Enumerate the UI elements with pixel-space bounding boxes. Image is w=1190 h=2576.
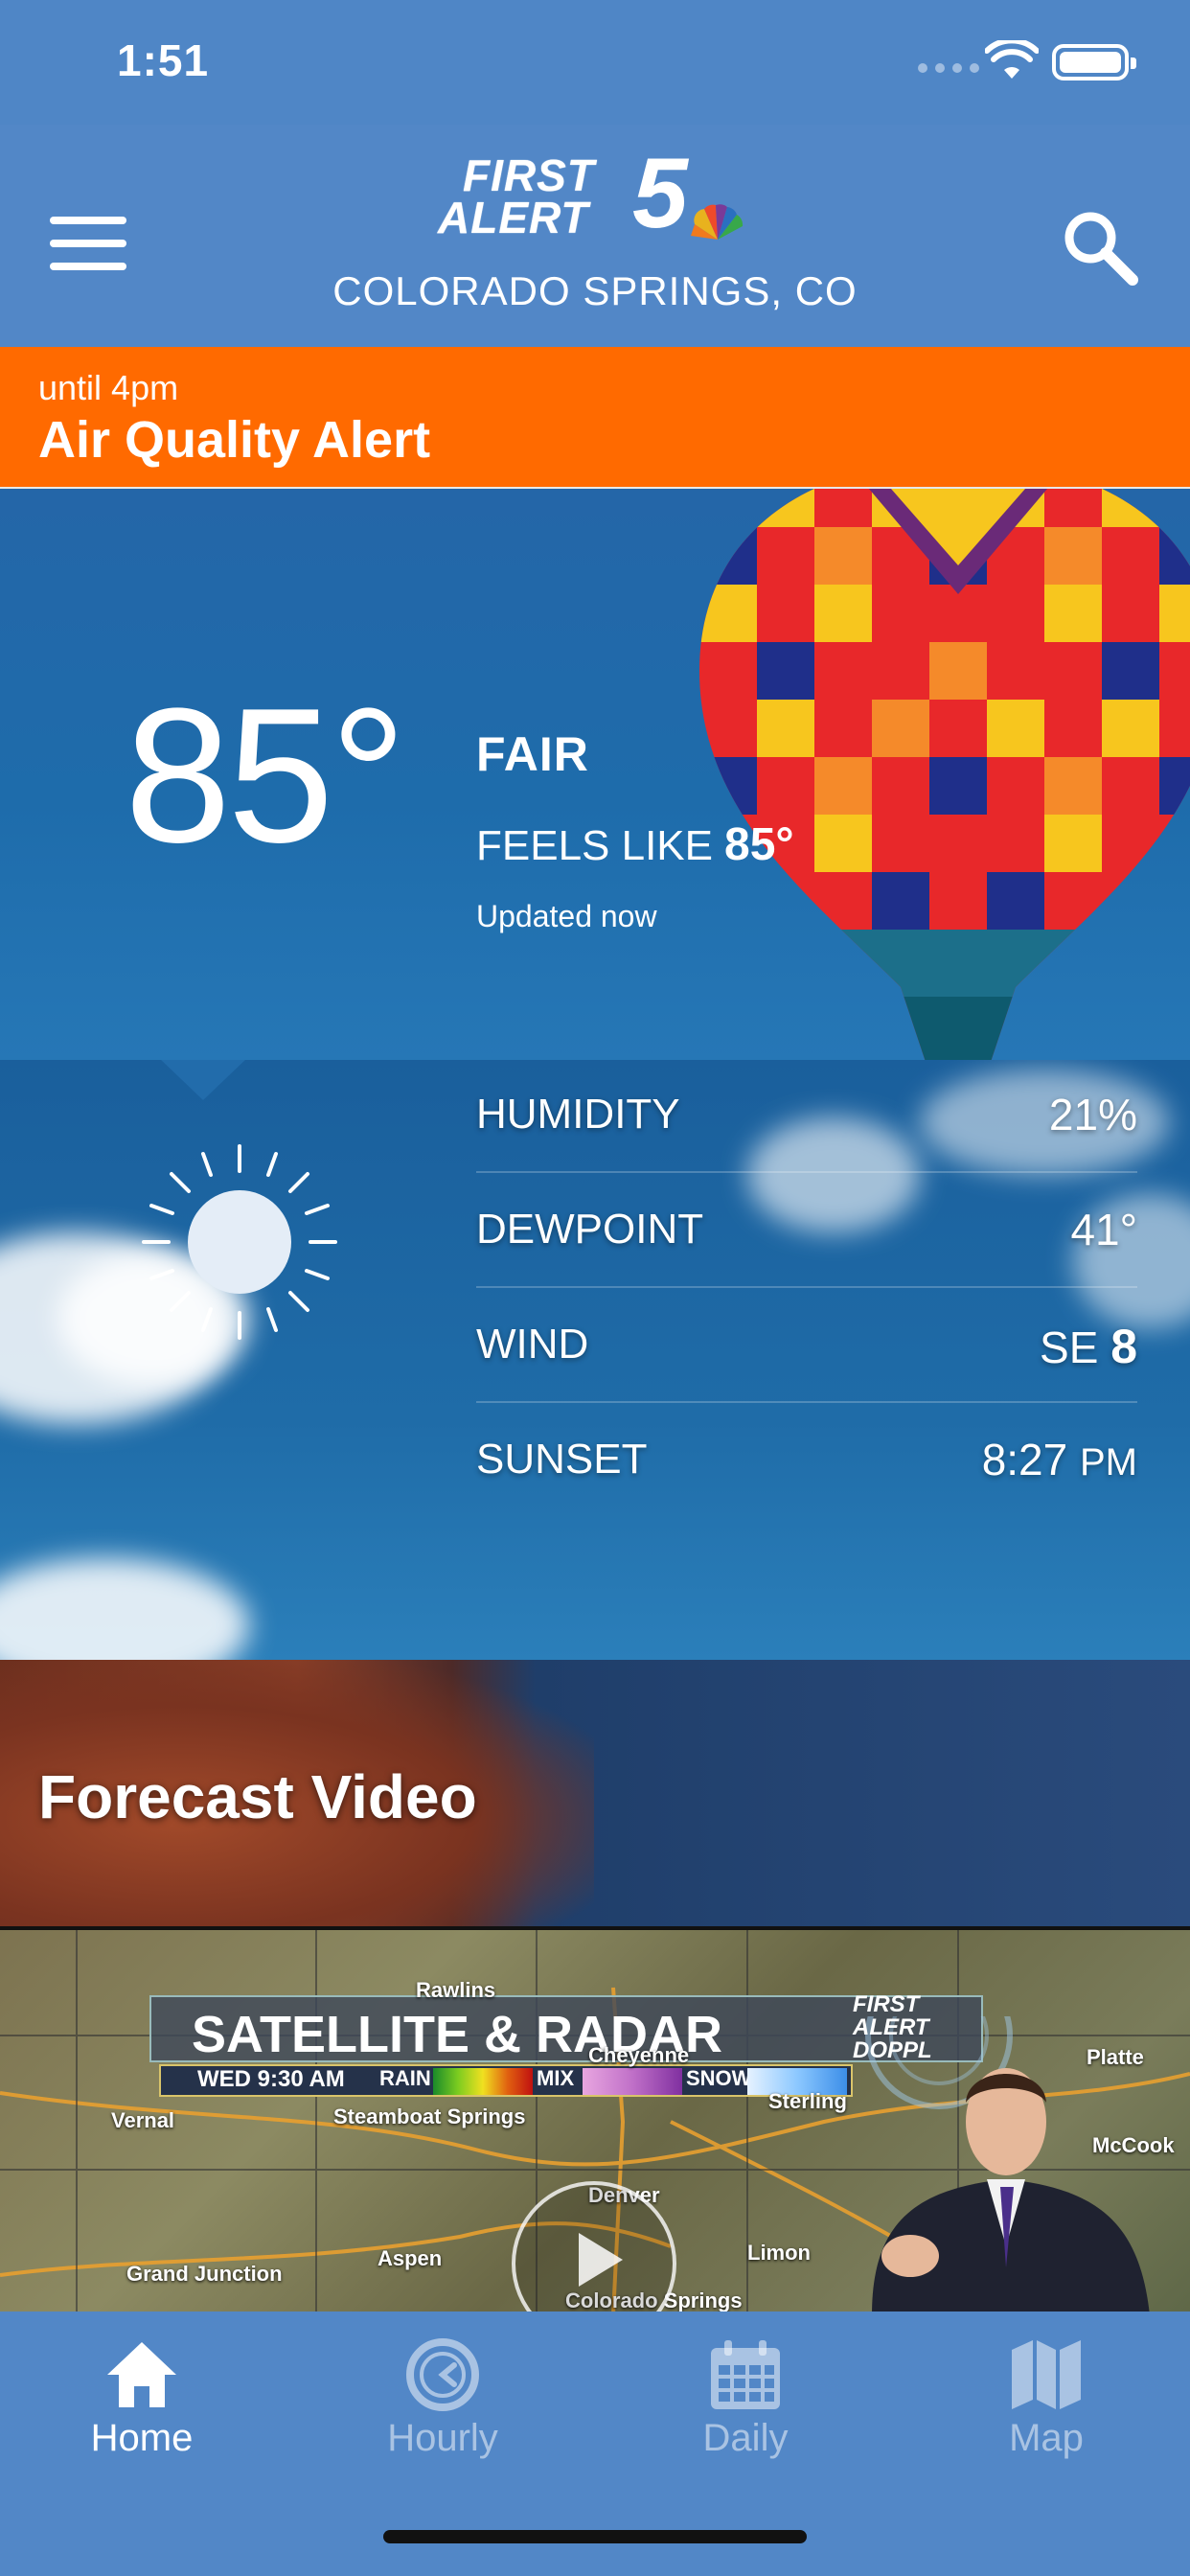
updated-time: Updated now xyxy=(476,899,657,933)
status-bar: 1:51 xyxy=(0,0,1190,125)
radar-date: WED 9:30 AM xyxy=(197,2066,345,2092)
wifi-icon xyxy=(985,40,1039,79)
tab-label: Home xyxy=(90,2417,194,2459)
calendar-icon xyxy=(711,2340,780,2409)
sun-icon xyxy=(142,1144,337,1340)
detail-row-sunset: SUNSET 8:27 PM xyxy=(476,1405,1137,1518)
town-label: Steamboat Springs xyxy=(333,2104,526,2128)
logo-line1: FIRST xyxy=(463,150,595,200)
tab-home[interactable]: Home xyxy=(36,2329,247,2472)
detail-row-wind: WIND SE 8 xyxy=(476,1290,1137,1403)
home-indicator[interactable] xyxy=(383,2530,807,2543)
detail-row-humidity: HUMIDITY 21% xyxy=(476,1060,1137,1173)
legend-mix: MIX xyxy=(537,2066,575,2090)
town-label: Cheyenne xyxy=(588,2043,690,2067)
home-icon xyxy=(107,2342,176,2407)
sunset-time: 8:27 xyxy=(981,1435,1068,1484)
detail-label: SUNSET xyxy=(476,1436,648,1483)
logo-line2: ALERT xyxy=(438,193,589,242)
logo-number: 5 xyxy=(632,138,688,249)
detail-label: DEWPOINT xyxy=(476,1206,704,1253)
town-label: Aspen xyxy=(378,2246,443,2270)
town-label: Grand Junction xyxy=(126,2262,283,2286)
clock-icon xyxy=(406,2338,479,2411)
satellite-radar-video[interactable]: SATELLITE & RADAR WED 9:30 AM RAIN MIX S… xyxy=(0,1926,1190,2312)
detail-row-dewpoint: DEWPOINT 41° xyxy=(476,1175,1137,1288)
map-icon xyxy=(1012,2340,1081,2409)
feels-like-value: 85° xyxy=(724,819,794,870)
panel-notch xyxy=(159,1060,247,1100)
legend-mix-bar xyxy=(583,2068,682,2095)
first-alert-doppler-logo: FIRST ALERT DOPPL xyxy=(853,1991,932,2063)
feels-like-label: FEELS LIKE xyxy=(476,822,714,869)
battery-icon xyxy=(1052,44,1136,80)
peacock-icon xyxy=(691,204,744,240)
weather-details-panel: HUMIDITY 21% DEWPOINT 41° WIND SE 8 SUNS… xyxy=(0,1060,1190,1660)
tab-hourly[interactable]: Hourly xyxy=(337,2329,548,2472)
current-temperature: 85° xyxy=(125,669,406,883)
town-label: Limon xyxy=(747,2241,811,2265)
tab-map[interactable]: Map xyxy=(941,2329,1152,2472)
current-conditions-panel: 85° FAIR FEELS LIKE 85° Updated now xyxy=(0,489,1190,1060)
legend-snow: SNOW xyxy=(686,2066,752,2090)
town-label: Sterling xyxy=(768,2089,847,2113)
location-label[interactable]: COLORADO SPRINGS, CO xyxy=(0,268,1190,314)
detail-label: HUMIDITY xyxy=(476,1091,680,1138)
detail-value: 41° xyxy=(1070,1205,1137,1254)
tab-label: Map xyxy=(1009,2417,1084,2459)
signal-icon xyxy=(918,63,979,73)
sunset-ampm: PM xyxy=(1080,1441,1137,1484)
town-label: Vernal xyxy=(111,2108,175,2132)
search-icon[interactable] xyxy=(1060,207,1140,288)
feels-like: FEELS LIKE 85° xyxy=(476,818,794,871)
hot-air-balloon-image xyxy=(699,489,1190,1060)
tab-daily[interactable]: Daily xyxy=(640,2329,851,2472)
current-condition: FAIR xyxy=(476,727,589,781)
detail-value: SE 8 xyxy=(1040,1319,1137,1374)
forecast-video-card[interactable]: Forecast Video xyxy=(0,1660,1190,1926)
alert-title: Air Quality Alert xyxy=(38,411,431,469)
detail-value: 8:27 PM xyxy=(982,1434,1137,1485)
forecast-video-title: Forecast Video xyxy=(38,1762,477,1831)
legend-rain: RAIN xyxy=(379,2066,431,2090)
tab-label: Daily xyxy=(702,2417,789,2459)
air-quality-alert-banner[interactable]: until 4pm Air Quality Alert xyxy=(0,347,1190,489)
town-label: Rawlins xyxy=(416,1978,496,2002)
legend-rain-bar xyxy=(433,2068,533,2095)
wind-speed: 8 xyxy=(1110,1320,1137,1373)
first-alert-logo: FIRST ALERT 5 xyxy=(436,144,762,255)
alert-until: until 4pm xyxy=(38,368,179,407)
tab-label: Hourly xyxy=(387,2417,498,2459)
hamburger-menu-icon[interactable] xyxy=(50,217,126,270)
wind-direction: SE xyxy=(1040,1322,1099,1372)
detail-label: WIND xyxy=(476,1321,589,1368)
detail-value: 21% xyxy=(1048,1090,1137,1139)
status-time: 1:51 xyxy=(117,35,210,85)
app-header: FIRST ALERT 5 COLORADO SPRINGS, CO xyxy=(0,125,1190,347)
